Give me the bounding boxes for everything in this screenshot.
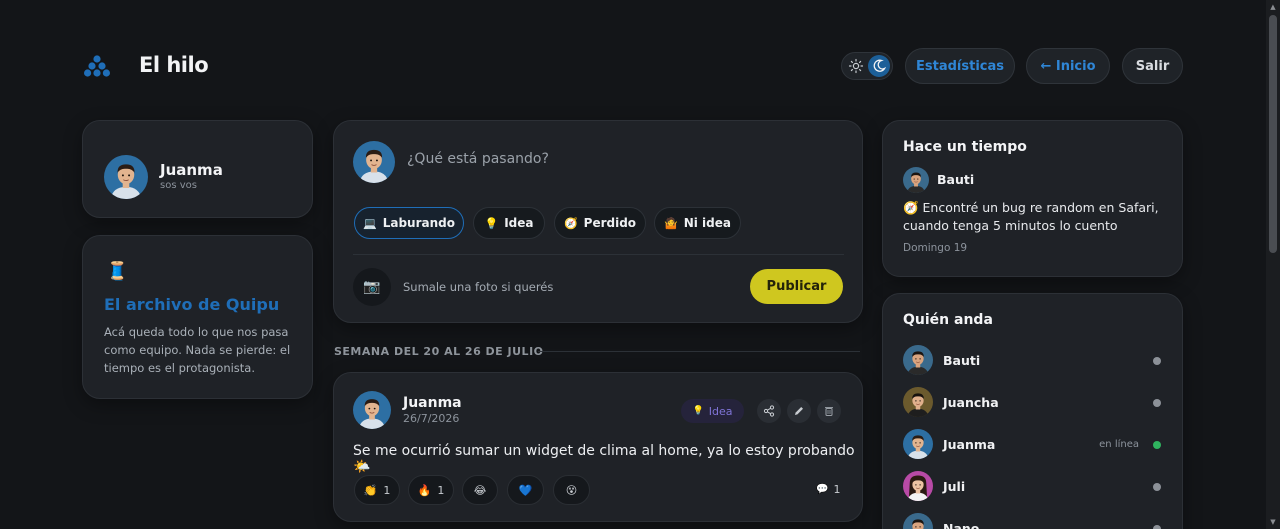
presence-card: Quién anda Bauti Juancha Juanma en línea… xyxy=(882,293,1183,529)
post-input[interactable] xyxy=(407,151,837,167)
member-item[interactable]: Bauti xyxy=(903,345,1165,377)
memory-card: Hace un tiempo Bauti 🧭 Encontré un bug r… xyxy=(882,120,1183,277)
theme-toggle[interactable] xyxy=(841,52,893,80)
compass-icon: 🧭 xyxy=(563,216,578,230)
chip-label: Idea xyxy=(504,216,534,230)
post-text: Se me ocurrió sumar un widget de clima a… xyxy=(353,443,855,475)
reaction-heart[interactable]: 💙 xyxy=(507,475,544,505)
post-composer: 💻 Laburando 💡 Idea 🧭 Perdido 🤷 Ni idea 📷… xyxy=(333,120,863,323)
camera-icon[interactable]: 📷 xyxy=(353,268,391,306)
member-name: Nano xyxy=(943,521,980,529)
profile-card: Juanma sos vos xyxy=(82,120,313,218)
laugh-icon: 😂 xyxy=(473,483,487,497)
status-dot xyxy=(1153,399,1161,407)
memory-text: 🧭 Encontré un bug re random en Safari, c… xyxy=(903,200,1159,233)
post-author: Juanma xyxy=(403,395,462,411)
fire-icon: 🔥 xyxy=(417,483,432,497)
memory-title: Hace un tiempo xyxy=(903,139,1027,155)
archive-title: El archivo de Quipu xyxy=(104,295,280,314)
shrug-icon: 🤷 xyxy=(664,216,678,230)
member-name: Juancha xyxy=(943,395,999,410)
reaction-laugh[interactable]: 😂 xyxy=(462,475,498,505)
status-dot xyxy=(1153,357,1161,365)
share-icon[interactable] xyxy=(757,399,781,423)
member-name: Juli xyxy=(943,479,966,494)
scroll-down-icon[interactable]: ▼ xyxy=(1269,518,1277,526)
reaction-count: 1 xyxy=(383,483,391,497)
chip-label: Perdido xyxy=(583,216,637,230)
status-dot xyxy=(1153,525,1161,529)
post-card: Juanma 26/7/2026 💡 Idea Se me ocurrió su… xyxy=(333,372,863,522)
scrollbar-thumb[interactable] xyxy=(1269,15,1277,253)
avatar xyxy=(903,167,929,193)
scroll-up-icon[interactable]: ▲ xyxy=(1269,3,1277,11)
profile-name: Juanma xyxy=(160,161,223,179)
brand-title: El hilo xyxy=(139,53,209,77)
presence-title: Quién anda xyxy=(903,312,993,328)
member-item[interactable]: Juancha xyxy=(903,387,1165,419)
comment-count: 1 xyxy=(833,483,841,496)
avatar xyxy=(353,141,395,183)
laptop-icon: 💻 xyxy=(363,216,377,230)
logout-button[interactable]: Salir xyxy=(1122,48,1183,84)
memory-date: Domingo 19 xyxy=(903,242,968,254)
comments-button[interactable]: 💬 1 xyxy=(816,483,840,496)
avatar xyxy=(353,391,391,429)
sun-icon[interactable] xyxy=(848,58,864,74)
divider xyxy=(353,254,844,255)
delete-icon[interactable] xyxy=(817,399,841,423)
member-name: Juanma xyxy=(943,437,996,452)
avatar xyxy=(104,155,148,199)
profile-subtitle: sos vos xyxy=(160,180,197,191)
home-button[interactable]: ← Inicio xyxy=(1026,48,1110,84)
online-dot xyxy=(1153,441,1161,449)
dizzy-face-icon: 😵 xyxy=(565,483,578,497)
member-status: en línea xyxy=(1099,439,1139,450)
clap-icon: 👏 xyxy=(363,483,378,497)
week-label: SEMANA DEL 20 AL 26 DE JULIO xyxy=(334,345,544,358)
archive-card: 🧵 El archivo de Quipu Acá queda todo lo … xyxy=(82,235,313,399)
chip-perdido[interactable]: 🧭 Perdido xyxy=(554,207,646,239)
tag-label: Idea xyxy=(708,404,733,418)
edit-icon[interactable] xyxy=(787,399,811,423)
thread-icon: 🧵 xyxy=(106,261,129,282)
chip-label: Ni idea xyxy=(683,216,731,230)
reaction-clap[interactable]: 👏 1 xyxy=(354,475,400,505)
lightbulb-icon: 💡 xyxy=(692,406,704,416)
reaction-fire[interactable]: 🔥 1 xyxy=(408,475,454,505)
divider xyxy=(538,351,860,352)
avatar xyxy=(903,513,933,529)
member-item[interactable]: Juanma en línea xyxy=(903,429,1165,461)
comment-icon: 💬 xyxy=(816,484,829,495)
chip-label: Laburando xyxy=(382,216,455,230)
avatar xyxy=(903,429,933,459)
post-tag: 💡 Idea xyxy=(681,399,744,423)
avatar xyxy=(903,345,933,375)
blue-heart-icon: 💙 xyxy=(518,483,533,497)
chip-idea[interactable]: 💡 Idea xyxy=(473,207,545,239)
member-name: Bauti xyxy=(943,353,981,368)
logo-icon xyxy=(84,55,110,77)
lightbulb-icon: 💡 xyxy=(484,216,499,230)
reaction-dizzy[interactable]: 😵 xyxy=(553,475,590,505)
chip-laburando[interactable]: 💻 Laburando xyxy=(354,207,464,239)
status-dot xyxy=(1153,483,1161,491)
photo-hint: Sumale una foto si querés xyxy=(403,280,554,294)
reaction-count: 1 xyxy=(437,483,445,497)
post-date: 26/7/2026 xyxy=(403,412,460,425)
chip-ni-idea[interactable]: 🤷 Ni idea xyxy=(654,207,741,239)
avatar xyxy=(903,471,933,501)
archive-description: Acá queda todo lo que nos pasa como equi… xyxy=(104,325,291,375)
moon-icon[interactable] xyxy=(868,55,890,77)
member-item[interactable]: Juli xyxy=(903,471,1165,503)
avatar xyxy=(903,387,933,417)
member-item[interactable]: Nano xyxy=(903,513,1165,529)
stats-button[interactable]: Estadísticas xyxy=(905,48,1015,84)
scrollbar[interactable]: ▲ ▼ xyxy=(1266,0,1280,529)
memory-author: Bauti xyxy=(937,172,975,187)
publish-button[interactable]: Publicar xyxy=(750,269,843,304)
